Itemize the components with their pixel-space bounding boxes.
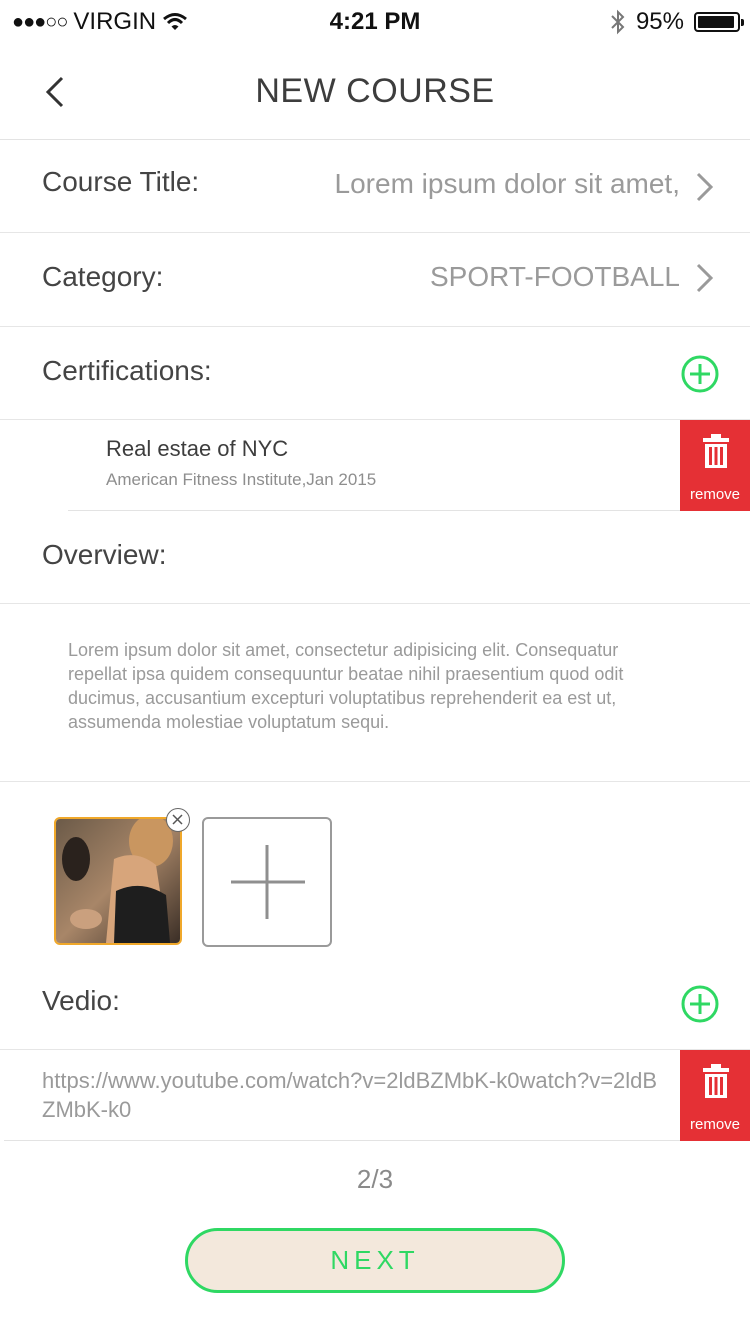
video-row: Vedio:	[0, 955, 750, 1050]
category-label: Category:	[42, 261, 164, 292]
battery-percent: 95%	[635, 8, 684, 35]
certifications-row: Certifications:	[0, 327, 750, 420]
certification-title: Real estae of NYC	[106, 436, 289, 461]
video-url[interactable]: https://www.youtube.com/watch?v=2ldBZMbK…	[42, 1066, 662, 1124]
remove-certification-button[interactable]: remove	[680, 420, 750, 511]
trash-icon	[703, 434, 729, 468]
status-bar: ●●●○○ VIRGIN 4:21 PM 95%	[0, 0, 750, 44]
overview-text[interactable]: Lorem ipsum dolor sit amet, consectetur …	[68, 638, 668, 734]
bluetooth-icon	[611, 9, 625, 35]
battery-icon	[694, 12, 744, 32]
category-row[interactable]: Category: SPORT-FOOTBALL	[0, 233, 750, 327]
overview-label: Overview:	[42, 539, 167, 570]
remove-video-button[interactable]: remove	[680, 1050, 750, 1141]
course-title-label: Course Title:	[42, 166, 200, 197]
next-button[interactable]: NEXT	[185, 1228, 565, 1293]
certification-subtitle: American Fitness Institute,Jan 2015	[106, 470, 377, 489]
nav-bar: NEW COURSE	[0, 44, 750, 140]
divider	[4, 1140, 750, 1141]
add-photo-button[interactable]	[202, 817, 332, 947]
add-certification-icon[interactable]	[680, 354, 720, 394]
category-value: SPORT-FOOTBALL	[430, 261, 680, 292]
page-indicator: 2/3	[356, 1164, 394, 1194]
overview-row: Overview:	[0, 511, 750, 604]
chevron-right-icon	[696, 263, 714, 293]
close-icon	[172, 814, 183, 825]
trash-icon	[703, 1064, 729, 1098]
remove-photo-button[interactable]	[166, 808, 190, 832]
plus-icon	[231, 845, 305, 919]
photo-thumbnail[interactable]	[54, 817, 182, 945]
chevron-right-icon	[696, 172, 714, 202]
battery-fill	[698, 16, 735, 28]
photo-image	[56, 819, 180, 943]
certifications-label: Certifications:	[42, 355, 212, 386]
course-title-row[interactable]: Course Title: Lorem ipsum dolor sit amet…	[0, 140, 750, 233]
remove-label: remove	[689, 1116, 741, 1133]
course-title-value: Lorem ipsum dolor sit amet,	[334, 168, 680, 199]
remove-label: remove	[689, 486, 741, 503]
page-title: NEW COURSE	[255, 72, 495, 110]
video-label: Vedio:	[42, 985, 120, 1016]
add-video-icon[interactable]	[680, 984, 720, 1024]
